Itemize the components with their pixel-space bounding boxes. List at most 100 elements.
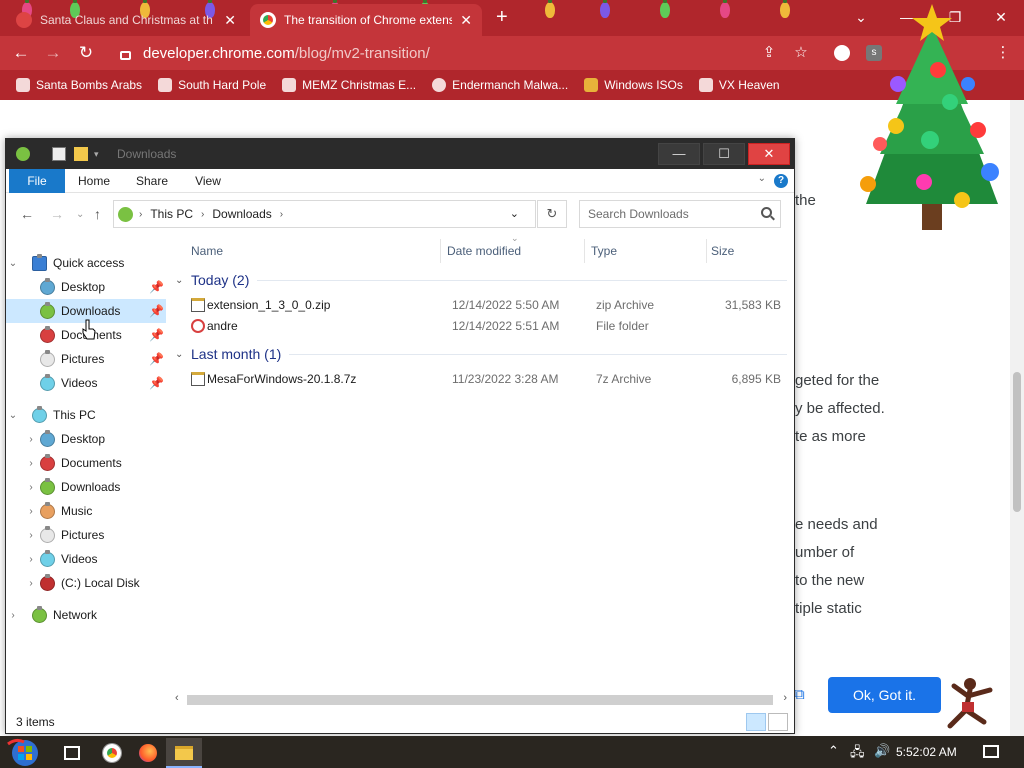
new-folder-icon[interactable] [74,147,88,161]
new-tab-button[interactable]: + [496,6,508,28]
minimize-icon[interactable]: — [658,143,700,165]
expand-chevron-icon[interactable]: ⌄ [6,258,20,269]
tab-home[interactable]: Home [70,169,118,193]
bookmark-item[interactable]: Santa Bombs Arabs [16,78,142,92]
group-header-last-month[interactable]: ⌄ Last month (1) [175,343,787,365]
column-header-name[interactable]: Name [171,239,441,263]
reload-icon[interactable]: ↻ [75,42,97,64]
cookie-ok-button[interactable]: Ok, Got it. [828,677,941,713]
nav-pc-music[interactable]: › Music [6,499,166,523]
collapse-chevron-icon[interactable]: › [24,554,38,565]
external-link-icon[interactable]: ⧉ [794,686,805,703]
omnibox[interactable]: developer.chrome.com/blog/mv2-transition… [112,40,832,66]
collapse-chevron-icon[interactable]: › [24,578,38,589]
nav-network[interactable]: › Network [6,603,166,627]
show-hidden-icons-chevron-icon[interactable]: ⌃ [828,743,839,759]
search-icon[interactable] [761,207,772,218]
bookmark-star-icon[interactable]: ☆ [792,44,810,62]
address-bar[interactable]: › This PC › Downloads › ⌄ [113,200,536,228]
expand-chevron-icon[interactable]: ⌄ [6,410,20,421]
bookmark-item[interactable]: Endermanch Malwa... [432,78,568,92]
collapse-chevron-icon[interactable]: › [24,434,38,445]
close-icon[interactable]: ✕ [748,143,790,165]
table-row[interactable]: extension_1_3_0_0.zip 12/14/2022 5:50 AM… [171,295,791,316]
back-icon[interactable]: ← [10,42,32,64]
bookmark-item[interactable]: MEMZ Christmas E... [282,78,416,92]
nav-pc-videos[interactable]: › Videos [6,547,166,571]
customize-quick-access-chevron-icon[interactable]: ▾ [94,149,108,163]
back-arrow-icon[interactable]: ← [20,206,34,222]
documents-ornament-icon [40,453,55,471]
scrollbar-thumb[interactable] [187,695,773,705]
up-arrow-icon[interactable]: ↑ [94,206,101,222]
column-header-size[interactable]: Size [707,239,787,263]
nav-qa-videos[interactable]: Videos 📌 [6,371,166,395]
zip-file-icon [191,298,205,312]
notification-icon[interactable] [983,745,999,758]
refresh-icon[interactable]: ↻ [537,200,567,228]
pin-icon: 📌 [149,352,164,366]
large-icons-view-icon[interactable] [768,713,788,731]
nav-pc-local-disk[interactable]: › (C:) Local Disk [6,571,166,595]
nav-pc-downloads[interactable]: › Downloads [6,475,166,499]
network-icon[interactable]: 🖧 [850,743,865,765]
tab-file[interactable]: File [9,169,65,193]
scrollbar-thumb[interactable] [1013,372,1021,512]
scroll-right-icon[interactable]: › [783,692,787,704]
search-input[interactable] [580,201,750,227]
close-icon[interactable]: ✕ [224,12,236,29]
bookmark-item[interactable]: Windows ISOs [584,78,683,92]
share-icon[interactable]: ⇪ [760,44,778,62]
sort-chevron-icon: ⌄ [511,233,519,243]
details-view-icon[interactable] [746,713,766,731]
nav-pc-pictures[interactable]: › Pictures [6,523,166,547]
table-row[interactable]: MesaForWindows-20.1.8.7z 11/23/2022 3:28… [171,369,791,390]
volume-icon[interactable]: 🔊 [874,743,890,759]
page-text: the [795,192,816,209]
group-header-today[interactable]: ⌄ Today (2) [175,269,787,291]
tab-share[interactable]: Share [128,169,176,193]
help-button[interactable]: ? [774,174,788,188]
nav-qa-desktop[interactable]: Desktop 📌 [6,275,166,299]
table-row[interactable]: andre 12/14/2022 5:51 AM File folder [171,316,791,337]
nav-pc-desktop[interactable]: › Desktop [6,427,166,451]
group-collapse-chevron-icon[interactable]: ⌄ [175,349,191,360]
collapse-chevron-icon[interactable]: › [24,458,38,469]
tab-chrome-extensions[interactable]: The transition of Chrome extensi ✕ [250,4,482,36]
horizontal-scrollbar[interactable]: ‹ › [171,691,791,707]
firefox-taskbar-icon[interactable] [130,738,166,768]
clock[interactable]: 5:52:02 AM [896,745,957,759]
start-button-icon[interactable] [6,738,44,768]
collapse-chevron-icon[interactable]: › [24,530,38,541]
breadcrumb-downloads[interactable]: Downloads [212,207,271,221]
chrome-taskbar-icon[interactable] [94,738,130,768]
collapse-chevron-icon[interactable]: › [24,482,38,493]
collapse-chevron-icon[interactable]: › [6,610,20,621]
nav-this-pc[interactable]: ⌄ This PC [6,403,166,427]
collapse-chevron-icon[interactable]: › [24,506,38,517]
tab-view[interactable]: View [184,169,232,193]
documents-ornament-icon [40,325,55,343]
forward-icon[interactable]: → [42,42,64,64]
breadcrumb-this-pc[interactable]: This PC [150,207,193,221]
scroll-left-icon[interactable]: ‹ [175,692,179,704]
close-icon[interactable]: ✕ [460,12,472,29]
nav-quick-access[interactable]: ⌄ Quick access [6,251,166,275]
address-dropdown-chevron-icon[interactable]: ⌄ [510,207,519,220]
file-list: Name Date modified Type Size ⌄ ⌄ Today (… [171,233,791,689]
bookmark-item[interactable]: South Hard Pole [158,78,266,92]
expand-ribbon-chevron-icon[interactable]: ⌄ [758,173,766,184]
maximize-icon[interactable]: ☐ [703,143,745,165]
file-explorer-taskbar-icon[interactable] [166,738,202,768]
properties-icon[interactable] [52,147,66,161]
task-view-icon[interactable] [54,738,90,768]
nav-pc-documents[interactable]: › Documents [6,451,166,475]
bookmark-item[interactable]: VX Heaven [698,78,780,92]
nav-qa-pictures[interactable]: Pictures 📌 [6,347,166,371]
tab-santa-claus[interactable]: Santa Claus and Christmas at th ✕ [6,4,246,36]
recent-locations-chevron-icon[interactable]: ⌄ [76,209,84,220]
column-header-type[interactable]: Type [585,239,707,263]
forward-arrow-icon[interactable]: → [50,206,64,222]
group-collapse-chevron-icon[interactable]: ⌄ [175,275,191,286]
pictures-ornament-icon [40,525,55,543]
